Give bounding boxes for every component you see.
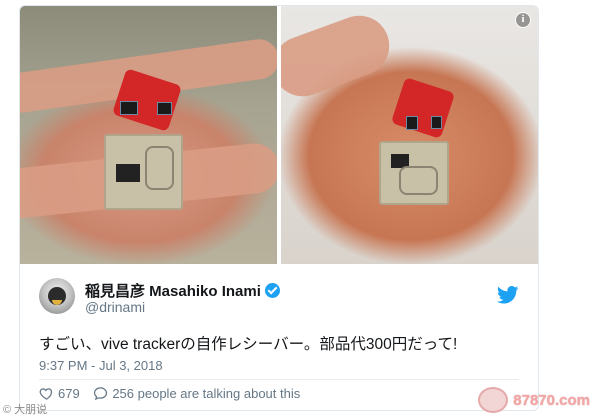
like-count: 679 [58, 386, 80, 401]
photodiode [406, 116, 418, 130]
tweet-author: 稲見昌彦 Masahiko Inami @drinami [39, 278, 519, 318]
photodiode [120, 101, 138, 115]
tweet-card: 稲見昌彦 Masahiko Inami @drinami すごい、vive tr… [19, 5, 539, 411]
tweet-photos [20, 6, 538, 264]
conversation-link[interactable]: 256 people are talking about this [93, 386, 300, 401]
heart-icon [39, 388, 53, 400]
watermark-logo-icon [478, 387, 509, 413]
speech-bubble-icon [94, 387, 108, 401]
photo-right[interactable] [281, 6, 538, 264]
red-sensor-housing [390, 77, 456, 139]
display-name[interactable]: 稲見昌彦 Masahiko Inami [85, 283, 261, 300]
finger-shape [281, 7, 398, 105]
tweet-timestamp[interactable]: 9:37 PM - Jul 3, 2018 [39, 358, 163, 373]
tweet-actions: 679 256 people are talking about this [39, 386, 300, 404]
like-button[interactable]: 679 [39, 386, 80, 401]
twitter-bird-icon[interactable] [497, 286, 519, 304]
avatar[interactable] [39, 278, 75, 314]
chip [116, 164, 140, 182]
watermark-text: 87870.com [513, 391, 590, 409]
divider [39, 379, 519, 380]
photodiode [157, 102, 172, 115]
info-icon[interactable] [515, 12, 531, 28]
verified-badge-icon [264, 283, 280, 298]
corner-watermark: © 大朋说 [3, 404, 48, 416]
photodiode [431, 116, 442, 129]
photo-left[interactable] [20, 6, 277, 264]
talking-count: 256 people are talking about this [112, 386, 301, 401]
author-name-row[interactable]: 稲見昌彦 Masahiko Inami [85, 280, 280, 301]
user-handle[interactable]: @drinami [85, 299, 145, 315]
pcb-trace [145, 146, 174, 190]
site-watermark: 87870.com [478, 387, 590, 413]
tweet-text: すごい、vive trackerの自作レシーバー。部品代300円だって! [39, 336, 458, 353]
pcb-trace [399, 166, 438, 195]
